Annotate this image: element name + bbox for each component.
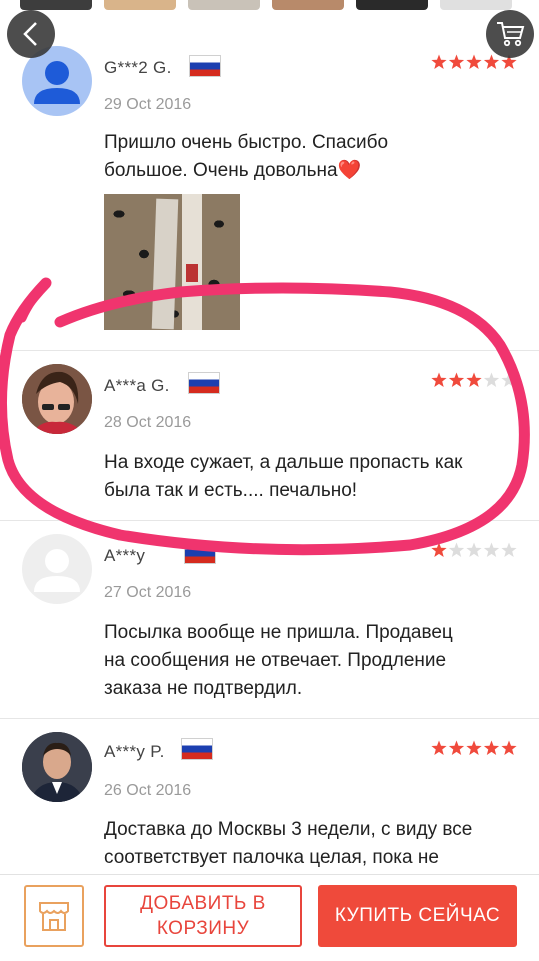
buy-now-button[interactable]: КУПИТЬ СЕЙЧАС: [318, 885, 517, 947]
reviewer-name: G***2 G.: [104, 58, 172, 77]
rating-stars: [431, 372, 517, 387]
review-date: 28 Oct 2016: [104, 414, 192, 431]
chevron-left-icon: [23, 22, 37, 46]
user-photo: [22, 732, 92, 802]
star-icon: [501, 542, 517, 557]
star-icon: [431, 740, 447, 755]
cart-button[interactable]: [486, 10, 534, 58]
avatar: [22, 732, 92, 802]
photo-thumbnail[interactable]: [272, 0, 344, 10]
star-icon: [483, 372, 500, 387]
review-date: 29 Oct 2016: [104, 96, 192, 113]
reviewer-name: A***y P.: [104, 742, 165, 761]
russia-flag-icon: [184, 542, 216, 564]
photo-thumbnail[interactable]: [440, 0, 512, 10]
back-button[interactable]: [7, 10, 55, 58]
star-icon: [483, 54, 500, 69]
shopping-cart-icon: [497, 22, 525, 47]
review-text: Пришло очень быстро. Спасибо большое. Оч…: [104, 132, 389, 181]
review-item: A***y P. 26 Oct 2016 Доставка до Москвы …: [0, 718, 539, 878]
star-icon: [483, 542, 500, 557]
user-photo: [22, 364, 92, 434]
review-date: 26 Oct 2016: [104, 782, 192, 799]
avatar: [22, 364, 92, 434]
star-icon: [448, 542, 465, 557]
review-text: На входе сужает, а дальше пропасть как б…: [104, 452, 463, 501]
star-icon: [448, 372, 465, 387]
bottom-action-bar: ДОБАВИТЬ В КОРЗИНУ КУПИТЬ СЕЙЧАС: [0, 874, 539, 961]
photo-thumbnail[interactable]: [356, 0, 428, 10]
review-item: A***a G. 28 Oct 2016 На входе сужает, а …: [0, 350, 539, 521]
review-text: Посылка вообще не пришла. Продавец на со…: [104, 622, 453, 699]
star-icon: [431, 54, 447, 69]
russia-flag-icon: [189, 55, 221, 77]
review-item: G***2 G. 29 Oct 2016 Пришло очень быстро…: [0, 30, 539, 351]
russia-flag-icon: [181, 738, 213, 760]
star-icon: [466, 542, 482, 557]
star-icon: [431, 542, 447, 557]
star-icon: [466, 372, 482, 387]
add-to-cart-button[interactable]: ДОБАВИТЬ В КОРЗИНУ: [104, 885, 302, 947]
store-icon: [39, 902, 69, 931]
photo-thumbnail-strip: [0, 0, 539, 10]
store-button[interactable]: [24, 885, 84, 947]
rating-stars: [431, 542, 517, 557]
star-icon: [466, 54, 482, 69]
star-icon: [501, 740, 517, 755]
star-icon: [466, 740, 482, 755]
reviewer-name: A***a G.: [104, 376, 170, 395]
star-icon: [431, 372, 447, 387]
default-user-icon: [34, 549, 80, 592]
star-icon: [483, 740, 500, 755]
review-date: 27 Oct 2016: [104, 584, 192, 601]
photo-thumbnail[interactable]: [20, 0, 92, 10]
photo-thumbnail[interactable]: [188, 0, 260, 10]
photo-thumbnail[interactable]: [104, 0, 176, 10]
review-item: A***y 27 Oct 2016 Посылка вообще не приш…: [0, 520, 539, 719]
star-icon: [448, 54, 465, 69]
rating-stars: [431, 740, 517, 755]
review-text: Доставка до Москвы 3 недели, с виду все …: [104, 819, 473, 868]
star-icon: [501, 372, 517, 387]
russia-flag-icon: [188, 372, 220, 394]
review-photo[interactable]: [104, 194, 240, 330]
reviewer-name: A***y: [104, 546, 146, 565]
avatar: [22, 534, 92, 604]
star-icon: [448, 740, 465, 755]
